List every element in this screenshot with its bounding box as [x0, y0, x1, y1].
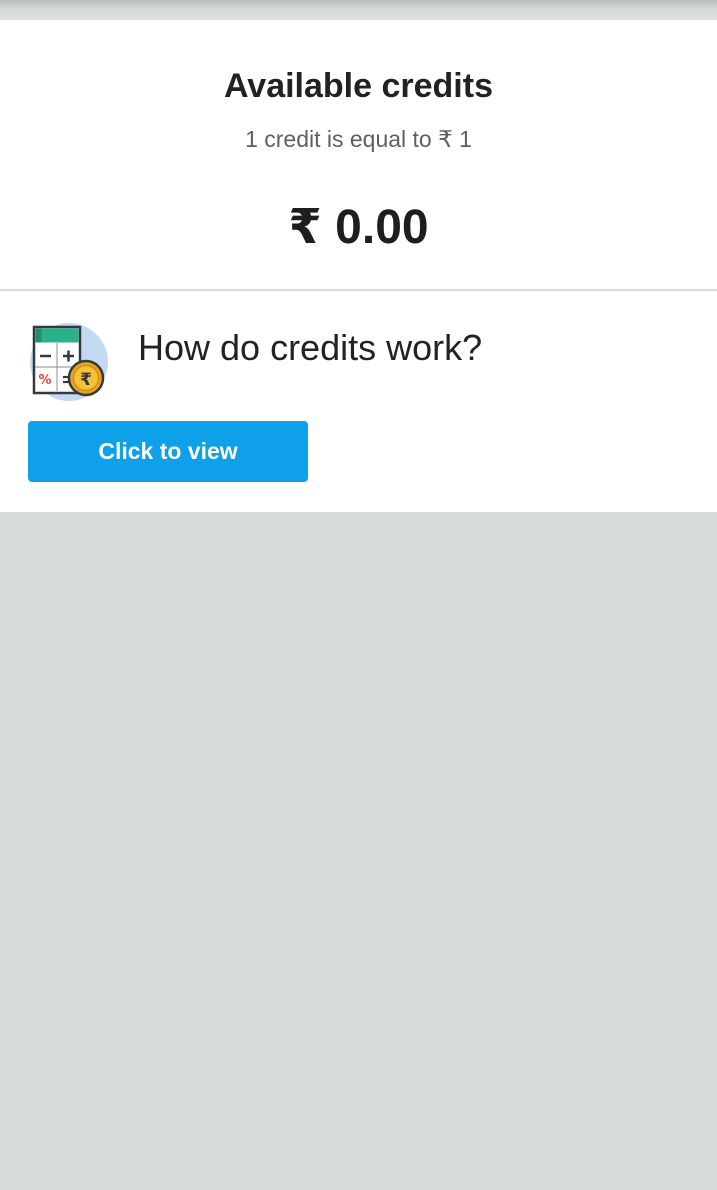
- click-to-view-button[interactable]: Click to view: [28, 421, 308, 482]
- svg-text:₹: ₹: [80, 370, 92, 390]
- credits-conversion-note: 1 credit is equal to ₹ 1: [245, 126, 472, 152]
- svg-text:%: %: [38, 373, 51, 388]
- how-credits-work-card: % ₹ How do credits work? Click to view: [0, 291, 717, 512]
- credits-summary-card: Available credits 1 credit is equal to ₹…: [0, 20, 717, 291]
- empty-content-area: [0, 512, 717, 1190]
- credits-balance: ₹ 0.00: [288, 201, 429, 254]
- credits-title: Available credits: [224, 67, 493, 105]
- calculator-rupee-icon: % ₹: [28, 321, 110, 403]
- how-credits-work-heading: How do credits work?: [138, 327, 483, 368]
- top-bar-shadow: [0, 0, 717, 20]
